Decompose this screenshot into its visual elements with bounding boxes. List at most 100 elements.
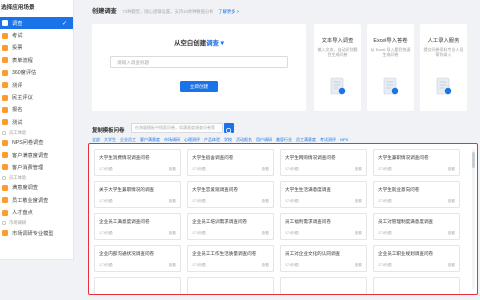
template-card[interactable]: 大学生宿舍调查问卷 171份题 查看 (187, 149, 274, 176)
import-card[interactable]: Excel导入答卷从 Excel 导入题目快速生成问卷 (367, 24, 414, 111)
sidebar-item-icon (2, 44, 8, 51)
sidebar-item-label: 报名 (12, 107, 23, 114)
chevron-down-icon[interactable]: ▾ (219, 40, 224, 47)
search-icon[interactable] (224, 123, 234, 135)
template-card[interactable]: 企业员工工作生活质量调查问卷 171份题 查看 (187, 245, 274, 272)
sidebar-item[interactable]: 市场调研专业模型 (0, 227, 73, 239)
template-preview-link[interactable]: 查看 (448, 263, 455, 268)
sidebar-item[interactable]: 客户消费管理 (0, 161, 73, 173)
template-card[interactable]: 员工对企业文化的认同调查 171份题 查看 (280, 245, 367, 272)
template-card[interactable] (280, 277, 367, 294)
sidebar-item[interactable]: 报名 (0, 104, 73, 116)
template-tag[interactable]: 客户满意度 (140, 137, 160, 142)
template-card-meta: 171份题 (378, 263, 392, 267)
template-card[interactable]: 大学生恋爱观调查问卷 171份题 查看 (187, 181, 274, 208)
sidebar-item[interactable]: 测评 (0, 79, 73, 91)
template-preview-link[interactable]: 查看 (355, 263, 362, 268)
sidebar-item[interactable]: 员工敬业度调查 (0, 194, 73, 206)
template-card[interactable]: 大学生生活满意度调查 171份题 查看 (280, 181, 367, 208)
template-preview-link[interactable]: 查看 (169, 263, 176, 268)
sidebar-item-label: NPS问卷调查 (12, 140, 44, 147)
document-illustration-icon (436, 77, 452, 95)
survey-title-input[interactable]: 请输入调查标题 (110, 56, 288, 68)
document-illustration-icon (330, 77, 346, 95)
template-tag[interactable]: 考试测评 (320, 137, 336, 142)
template-card[interactable] (373, 277, 460, 294)
template-card[interactable]: 大学生网购情况调查问卷 171份题 查看 (280, 149, 367, 176)
template-tag[interactable]: 员工满意度 (296, 137, 316, 142)
template-card[interactable]: 企业员工满意度调查问卷 171份题 查看 (94, 213, 181, 240)
template-card-title: 大学生消费情况调查问卷 (99, 155, 150, 160)
template-card[interactable]: 员工福利需求调查问卷 171份题 查看 (280, 213, 367, 240)
template-card-title: 员工福利需求调查问卷 (285, 219, 331, 224)
template-preview-link[interactable]: 查看 (169, 167, 176, 172)
template-tag[interactable]: 学校 (224, 137, 232, 142)
import-card-title: Excel导入答卷 (373, 38, 408, 44)
template-card-meta: 171份题 (99, 199, 113, 203)
import-card[interactable]: 人工录入服务 提交问卷资料专业人员帮你录入 (420, 24, 467, 111)
template-card-title: 大学生生活满意度调查 (285, 187, 331, 192)
template-preview-link[interactable]: 查看 (448, 231, 455, 236)
template-preview-link[interactable]: 查看 (355, 231, 362, 236)
template-card[interactable] (187, 277, 274, 294)
sidebar-item[interactable]: 民主评议 (0, 91, 73, 103)
scrollbar-thumb[interactable] (472, 152, 475, 168)
sidebar-item-icon (2, 69, 8, 76)
import-card-desc: 提交问卷资料专业人员帮你录入 (423, 47, 464, 57)
sidebar-item[interactable]: 人才盘点 (0, 206, 73, 218)
template-card[interactable]: 大学生消费情况调查问卷 171份题 查看 (94, 149, 181, 176)
create-now-button[interactable]: 立即创建 (180, 81, 218, 92)
sidebar-item[interactable]: 360度评估 (0, 67, 73, 79)
blank-create-card: 从空白创建调查 ▾ 请输入调查标题 立即创建 (92, 24, 306, 111)
survey-type-dropdown[interactable]: 调查 (206, 40, 219, 47)
template-card[interactable]: 企业员工培训需求调查问卷 171份题 查看 (187, 213, 274, 240)
template-card[interactable] (94, 277, 181, 294)
template-tag[interactable]: 产品体验 (204, 137, 220, 142)
sidebar-item-label: 360度评估 (12, 70, 37, 77)
sidebar-item[interactable]: 调查 ✓ (0, 17, 73, 30)
learn-more-link[interactable]: 了解更多 > (218, 9, 239, 14)
template-tag[interactable]: 活动报名 (236, 137, 252, 142)
template-tag[interactable]: 用户调研 (256, 137, 272, 142)
template-card[interactable]: 企业员工职业规划调查问卷 171份题 查看 (373, 245, 460, 272)
template-card-title: 大学生网购情况调查问卷 (285, 155, 336, 160)
sidebar-item[interactable]: 投票 (0, 42, 73, 54)
template-tag[interactable]: 心理测评 (184, 137, 200, 142)
template-tag[interactable]: 美容行业 (276, 137, 292, 142)
template-search-input[interactable]: 在海量模板中搜索问卷，如满意度调查问卷等 (131, 123, 223, 133)
sidebar-item[interactable]: 表单流程 (0, 54, 73, 66)
scrollbar-track[interactable] (472, 149, 475, 289)
template-grid: 大学生消费情况调查问卷 171份题 查看 大学生宿舍调查问卷 171份题 查看 大学生网购情… (94, 149, 464, 294)
sidebar-item[interactable]: 客户满意度调查 (0, 149, 73, 161)
template-preview-link[interactable]: 查看 (448, 167, 455, 172)
blank-title-prefix: 从空白创建 (174, 40, 207, 47)
template-tag[interactable]: 企业员工 (120, 137, 136, 142)
template-preview-link[interactable]: 查看 (448, 199, 455, 204)
template-preview-link[interactable]: 查看 (262, 167, 269, 172)
sidebar-item[interactable]: 满意度调查 (0, 182, 73, 194)
template-card-meta: 171份题 (99, 263, 113, 267)
import-card[interactable]: 文本导入调查 输入文本，自动识别题目生成问卷 (314, 24, 361, 111)
template-card[interactable]: 关于大学生兼职情况的调查 171份题 查看 (94, 181, 181, 208)
template-preview-link[interactable]: 查看 (262, 263, 269, 268)
template-preview-link[interactable]: 查看 (355, 167, 362, 172)
template-card[interactable]: 大学生就业意向问卷 171份题 查看 (373, 181, 460, 208)
template-preview-link[interactable]: 查看 (169, 231, 176, 236)
create-header: 创建调查 73种题型，随心逻辑设置，支持10余种数据分析 了解更多 > (92, 6, 239, 15)
template-card[interactable]: 企业内部沟通状况调查问卷 171份题 查看 (94, 245, 181, 272)
template-tag[interactable]: 全部 (92, 137, 100, 142)
template-card[interactable]: 员工对管理制度满意度调查 171份题 查看 (373, 213, 460, 240)
template-tag[interactable]: 大学生 (104, 137, 116, 142)
template-tag[interactable]: 市场调研 (164, 137, 180, 142)
sidebar-item[interactable]: 测试 (0, 116, 73, 128)
template-preview-link[interactable]: 查看 (262, 199, 269, 204)
template-card-meta: 171份题 (378, 199, 392, 203)
template-preview-link[interactable]: 查看 (355, 199, 362, 204)
sidebar-item[interactable]: 考试 (0, 29, 73, 41)
template-tag[interactable]: NPS (340, 137, 348, 142)
sidebar-item-label: 客户消费管理 (12, 164, 44, 171)
template-preview-link[interactable]: 查看 (262, 231, 269, 236)
template-preview-link[interactable]: 查看 (169, 199, 176, 204)
template-card[interactable]: 大学生兼职情况调查问卷 171份题 查看 (373, 149, 460, 176)
sidebar-item[interactable]: NPS问卷调查 (0, 137, 73, 149)
